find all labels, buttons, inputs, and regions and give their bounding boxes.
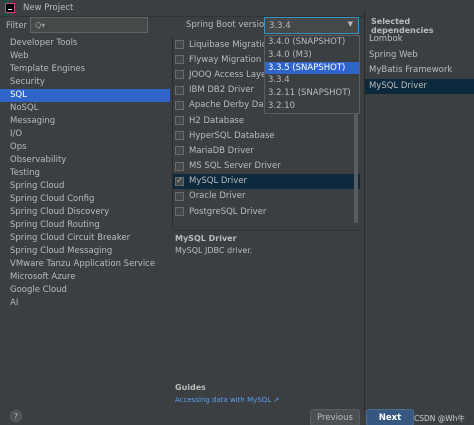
category-list: Developer Tools Web Template Engines Securi… [0, 37, 170, 425]
dependency-item-h2-database[interactable]: H2 Database [173, 113, 360, 128]
search-icon: Q▾ [35, 20, 46, 30]
dependency-label: PostgreSQL Driver [189, 206, 267, 217]
category-item-spring-cloud-circuit-breaker[interactable]: Spring Cloud Circuit Breaker [0, 232, 170, 245]
category-item-spring-cloud-messaging[interactable]: Spring Cloud Messaging [0, 245, 170, 258]
selected-dependency-label: MySQL Driver [369, 80, 428, 91]
guides-link[interactable]: Accessing data with MySQL ↗ [175, 396, 279, 404]
dependency-checkbox[interactable]: ✓ [175, 176, 184, 186]
dependency-item-mysql-driver[interactable]: ✓ MySQL Driver [173, 173, 360, 189]
help-button[interactable]: ? [10, 410, 22, 422]
dependency-scrollbar[interactable] [354, 113, 358, 223]
category-item-spring-cloud[interactable]: Spring Cloud [0, 180, 170, 193]
category-item-developer-tools[interactable]: Developer Tools [0, 37, 170, 50]
dependency-item-mariadb-driver[interactable]: MariaDB Driver [173, 143, 360, 158]
watermark: CSDN @Wh牛 [414, 414, 465, 423]
version-option-3-2-10[interactable]: 3.2.10 [265, 100, 359, 113]
previous-button[interactable]: Previous [310, 409, 360, 425]
spring-boot-version-popup: 3.4.0 (SNAPSHOT) 3.4.0 (M3) 3.3.5 (SNAPSHO… [264, 35, 360, 114]
dependency-item-oracle-driver[interactable]: Oracle Driver [173, 189, 360, 204]
category-item-template-engines[interactable]: Template Engines [0, 63, 170, 76]
dependency-checkbox[interactable] [175, 161, 184, 171]
dependency-checkbox[interactable] [175, 100, 184, 110]
version-option-3-3-5-snapshot[interactable]: 3.3.5 (SNAPSHOT) [265, 61, 359, 75]
category-item-messaging[interactable]: Messaging [0, 115, 170, 128]
category-item-security[interactable]: Security [0, 76, 170, 89]
filter-input[interactable]: Q▾ [30, 17, 148, 33]
category-item-nosql[interactable]: NoSQL [0, 102, 170, 115]
spring-boot-version-select[interactable]: 3.3.4 ▼ [264, 17, 359, 34]
dependency-item-hypersql-database[interactable]: HyperSQL Database [173, 128, 360, 143]
category-item-spring-cloud-discovery[interactable]: Spring Cloud Discovery [0, 206, 170, 219]
selected-dependency-label: Spring Web [369, 49, 418, 60]
dependency-checkbox[interactable] [175, 85, 184, 95]
selected-dependencies-panel: Selected dependencies Lombok Spring Web My… [364, 11, 474, 410]
category-item-microsoft-azure[interactable]: Microsoft Azure [0, 271, 170, 284]
dependency-label: MariaDB Driver [189, 145, 254, 156]
dependency-item-ms-sql-server-driver[interactable]: MS SQL Server Driver [173, 159, 360, 174]
dependency-label: Oracle Driver [189, 191, 246, 202]
version-option-3-3-4[interactable]: 3.3.4 [265, 74, 359, 87]
next-button[interactable]: Next [366, 409, 414, 425]
version-option-3-4-0-snapshot[interactable]: 3.4.0 (SNAPSHOT) [265, 36, 359, 49]
category-item-vmware-tanzu-application-service[interactable]: VMware Tanzu Application Service [0, 258, 170, 271]
version-option-3-2-11-snapshot[interactable]: 3.2.11 (SNAPSHOT) [265, 87, 359, 100]
chevron-down-icon: ▼ [347, 20, 353, 28]
dependency-label: Liquibase Migration [189, 39, 273, 50]
dependency-checkbox[interactable] [175, 70, 184, 80]
dependency-label: HyperSQL Database [189, 130, 275, 141]
category-item-spring-cloud-routing[interactable]: Spring Cloud Routing [0, 219, 170, 232]
spring-boot-version-label: Spring Boot version [186, 20, 270, 30]
category-item-sql[interactable]: SQL [0, 89, 170, 102]
category-item-i-o[interactable]: I/O [0, 128, 170, 141]
version-option-3-4-0-m3[interactable]: 3.4.0 (M3) [265, 49, 359, 62]
dependency-checkbox[interactable] [175, 40, 184, 50]
category-item-ops[interactable]: Ops [0, 141, 170, 154]
selected-dependency-label: Lombok [369, 34, 403, 44]
selected-dependencies-list: Lombok Spring Web MyBatis Framework MySQL D… [365, 32, 474, 94]
dependency-checkbox[interactable] [175, 55, 184, 65]
description-text: MySQL JDBC driver. [175, 246, 253, 255]
dependency-label: IBM DB2 Driver [189, 85, 255, 96]
category-item-google-cloud[interactable]: Google Cloud [0, 284, 170, 297]
selected-dependency-spring-web[interactable]: Spring Web [365, 48, 474, 64]
dependency-label: Flyway Migration [189, 54, 262, 65]
dependency-checkbox[interactable] [175, 116, 184, 126]
category-item-spring-cloud-config[interactable]: Spring Cloud Config [0, 193, 170, 206]
selected-dependency-mysql-driver[interactable]: MySQL Driver [365, 78, 474, 94]
window-title: New Project [23, 3, 74, 13]
dependency-description: MySQL Driver MySQL JDBC driver. Guides A… [172, 230, 360, 410]
dependency-item-postgresql-driver[interactable]: PostgreSQL Driver [173, 204, 360, 219]
intellij-logo-icon [5, 3, 15, 13]
selected-dependency-mybatis-framework[interactable]: MyBatis Framework [365, 63, 474, 79]
dependency-checkbox[interactable] [175, 191, 184, 201]
spring-boot-version-value: 3.3.4 [269, 20, 291, 31]
dependency-checkbox[interactable] [175, 131, 184, 141]
selected-dependency-label: MyBatis Framework [369, 65, 453, 75]
dependency-label: MS SQL Server Driver [189, 161, 281, 172]
dependency-label: MySQL Driver [189, 176, 248, 187]
category-item-testing[interactable]: Testing [0, 167, 170, 180]
category-item-observability[interactable]: Observability [0, 154, 170, 167]
dependency-checkbox[interactable] [175, 207, 184, 217]
dependency-label: H2 Database [189, 115, 245, 126]
description-title: MySQL Driver [175, 234, 237, 243]
dependency-checkbox[interactable] [175, 146, 184, 156]
filter-label: Filter [6, 21, 28, 31]
selected-dependency-lombok[interactable]: Lombok [365, 32, 474, 48]
guides-title: Guides [175, 383, 206, 392]
dependency-label: JOOQ Access Layer [189, 69, 270, 80]
category-item-ai[interactable]: AI [0, 297, 170, 310]
category-item-web[interactable]: Web [0, 50, 170, 63]
